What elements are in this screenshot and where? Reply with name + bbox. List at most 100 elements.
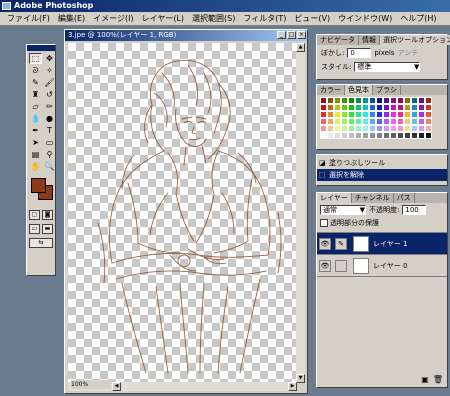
color-swatch[interactable] <box>369 111 376 118</box>
color-swatch[interactable] <box>383 104 390 111</box>
close-button[interactable]: × <box>297 31 306 39</box>
color-swatch[interactable] <box>418 125 425 132</box>
color-swatch[interactable] <box>376 104 383 111</box>
color-swatch[interactable] <box>390 97 397 104</box>
menu-edit[interactable]: 編集(E) <box>54 12 89 26</box>
color-swatch[interactable] <box>390 132 397 139</box>
color-swatch[interactable] <box>376 97 383 104</box>
eye-icon[interactable]: 👁 <box>319 259 331 272</box>
horizontal-scrollbar[interactable]: 100% ◀ ▶ <box>68 380 297 391</box>
color-swatch[interactable] <box>376 132 383 139</box>
color-swatch[interactable] <box>376 125 383 132</box>
scroll-up-icon[interactable]: ▲ <box>296 43 305 52</box>
document-titlebar[interactable]: 3.jpe @ 100%(レイヤー 1, RGB) _ □ × <box>65 30 307 41</box>
color-swatch[interactable] <box>355 97 362 104</box>
quickmask-mode-icon[interactable]: ◙ <box>42 210 53 220</box>
color-swatch[interactable] <box>362 132 369 139</box>
color-swatch[interactable] <box>320 104 327 111</box>
color-swatch[interactable] <box>411 132 418 139</box>
color-swatch[interactable] <box>362 97 369 104</box>
color-swatch[interactable] <box>404 118 411 125</box>
color-swatch[interactable] <box>383 118 390 125</box>
tab-paths[interactable]: パス <box>394 193 415 203</box>
magic-wand-icon[interactable]: ✧ <box>43 65 56 76</box>
screen-mode-full-icon[interactable]: ▬ <box>42 224 53 234</box>
color-swatch[interactable] <box>341 132 348 139</box>
scroll-left-icon[interactable]: ◀ <box>112 382 121 391</box>
standard-mode-icon[interactable]: ▢ <box>29 210 40 220</box>
color-swatch[interactable] <box>348 118 355 125</box>
color-swatch[interactable] <box>404 132 411 139</box>
color-swatch[interactable] <box>320 118 327 125</box>
maximize-button[interactable]: □ <box>287 31 296 39</box>
color-swatch[interactable] <box>397 111 404 118</box>
vertical-scrollbar[interactable]: ▲ ▼ <box>296 43 305 383</box>
menu-image[interactable]: イメージ(I) <box>89 12 137 26</box>
color-swatch[interactable] <box>334 118 341 125</box>
notes-tool-icon[interactable]: ▤ <box>29 149 42 160</box>
color-swatch[interactable] <box>320 111 327 118</box>
tab-color[interactable]: カラー <box>317 85 345 95</box>
color-swatch[interactable] <box>362 118 369 125</box>
color-swatch[interactable] <box>341 118 348 125</box>
color-swatch[interactable] <box>383 111 390 118</box>
tab-channels[interactable]: チャンネル <box>352 193 394 203</box>
style-select[interactable]: 標準 ▼ <box>354 62 421 72</box>
color-swatch[interactable] <box>418 118 425 125</box>
color-swatch[interactable] <box>383 97 390 104</box>
color-swatch[interactable] <box>383 132 390 139</box>
color-swatch[interactable] <box>355 132 362 139</box>
color-swatch[interactable] <box>320 132 327 139</box>
color-swatch[interactable] <box>425 118 432 125</box>
menu-filter[interactable]: フィルタ(T) <box>239 12 290 26</box>
minimize-button[interactable]: _ <box>277 31 286 39</box>
color-swatch[interactable] <box>320 97 327 104</box>
color-swatch[interactable] <box>425 97 432 104</box>
lasso-tool-icon[interactable]: ᘐ <box>29 65 42 76</box>
color-swatch[interactable] <box>369 132 376 139</box>
brush-link-icon[interactable]: ✎ <box>335 237 347 250</box>
color-swatch[interactable] <box>411 118 418 125</box>
layer-row[interactable]: 👁 ✎ レイヤー 1 <box>317 233 447 255</box>
color-swatch[interactable] <box>418 132 425 139</box>
airbrush-tool-icon[interactable]: ✎ <box>29 77 42 88</box>
tab-brushes[interactable]: ブラシ <box>373 85 401 95</box>
color-swatch[interactable] <box>411 97 418 104</box>
color-swatch[interactable] <box>390 104 397 111</box>
marquee-tool-icon[interactable]: ⬚ <box>29 53 42 64</box>
move-tool-icon[interactable]: ✥ <box>43 53 56 64</box>
color-swatch[interactable] <box>334 97 341 104</box>
blur-tool-icon[interactable]: 💧 <box>29 113 42 124</box>
screen-mode-standard-icon[interactable]: ▭ <box>29 224 40 234</box>
color-swatch[interactable] <box>355 125 362 132</box>
color-swatch[interactable] <box>425 111 432 118</box>
color-swatch[interactable] <box>348 104 355 111</box>
blend-mode-select[interactable]: 通常 ▼ <box>320 205 366 215</box>
color-swatch[interactable] <box>397 132 404 139</box>
shape-tool-icon[interactable]: ▭ <box>43 137 56 148</box>
zoom-tool-icon[interactable]: 🔍 <box>43 161 56 172</box>
color-swatch[interactable] <box>369 118 376 125</box>
color-swatch[interactable] <box>355 111 362 118</box>
link-icon[interactable] <box>335 259 347 272</box>
color-swatch[interactable] <box>327 118 334 125</box>
layer-row[interactable]: 👁 レイヤー 0 <box>317 255 447 277</box>
eye-icon[interactable]: 👁 <box>319 237 331 250</box>
jump-to-imageready-icon[interactable]: ⇆ <box>29 238 53 248</box>
tab-layers[interactable]: レイヤー <box>317 193 352 203</box>
color-swatch[interactable] <box>425 125 432 132</box>
color-swatch[interactable] <box>327 125 334 132</box>
foreground-color[interactable] <box>31 178 46 193</box>
hand-tool-icon[interactable]: ✋ <box>29 161 42 172</box>
trash-icon[interactable]: 🗑 <box>433 375 443 384</box>
color-swatch[interactable] <box>320 125 327 132</box>
color-swatch[interactable] <box>418 104 425 111</box>
eyedropper-icon[interactable]: ⚲ <box>43 149 56 160</box>
color-swatch[interactable] <box>362 111 369 118</box>
pen-tool-icon[interactable]: ✒ <box>29 125 42 136</box>
color-swatch[interactable] <box>369 125 376 132</box>
color-swatch[interactable] <box>348 97 355 104</box>
color-swatch[interactable] <box>341 111 348 118</box>
color-swatch[interactable] <box>362 104 369 111</box>
color-swatch[interactable] <box>404 125 411 132</box>
